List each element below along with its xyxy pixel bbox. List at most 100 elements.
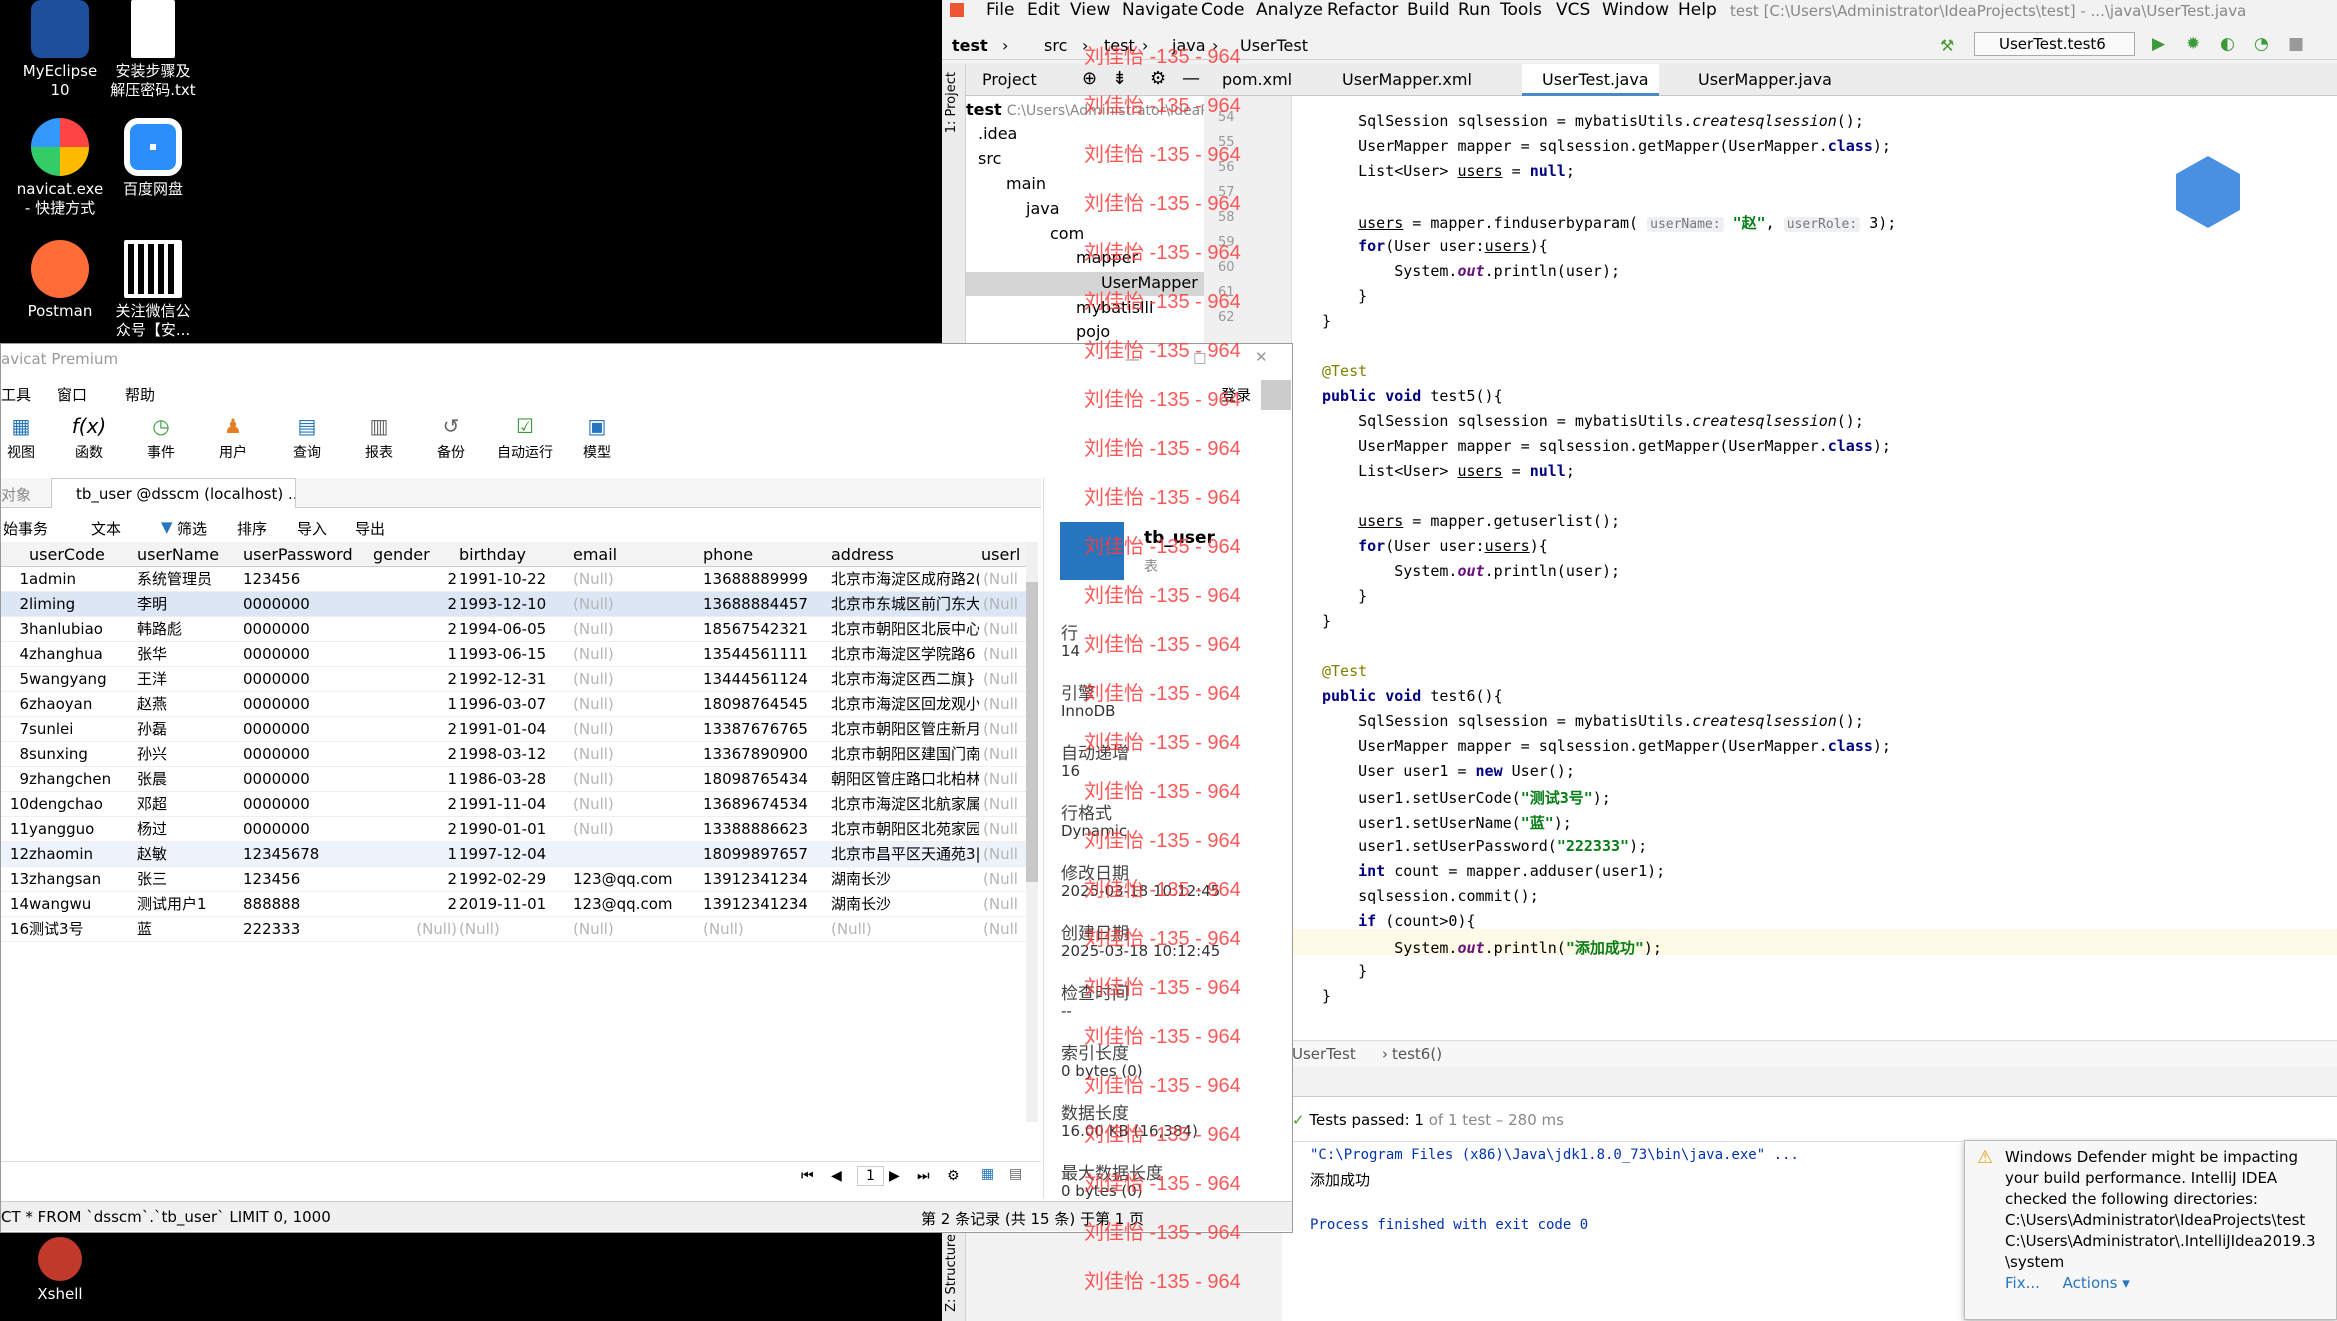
- tab-usertest-java[interactable]: UserTest.java: [1522, 64, 1659, 96]
- menu-refactor[interactable]: Refactor: [1327, 0, 1398, 20]
- table-cell[interactable]: 系统管理员: [137, 567, 241, 592]
- table-cell[interactable]: 13: [7, 867, 29, 892]
- form-view-icon[interactable]: ▤: [1009, 1166, 1022, 1182]
- table-cell[interactable]: 0000000: [243, 642, 371, 667]
- table-cell[interactable]: 3: [7, 617, 29, 642]
- table-cell[interactable]: 1: [373, 642, 457, 667]
- baidu-netdisk-icon[interactable]: 百度网盘: [98, 118, 208, 199]
- table-cell[interactable]: (Null: [983, 792, 1023, 817]
- table-cell[interactable]: 孙兴: [137, 742, 241, 767]
- table-cell[interactable]: (Null: [983, 592, 1023, 617]
- table-cell[interactable]: 北京市朝阳区管庄新月: [831, 717, 979, 742]
- table-row[interactable]: 6 zhaoyan 赵燕 0000000 1 1996-03-07 (Null) 180987…: [1, 692, 1026, 717]
- table-cell[interactable]: 1998-03-12: [459, 742, 571, 767]
- table-row[interactable]: 9 zhangchen 张晨 0000000 1 1986-03-28 (Null) 1809…: [1, 767, 1026, 792]
- collapse-icon[interactable]: ⇟: [1112, 68, 1127, 89]
- table-cell[interactable]: (Null): [573, 667, 701, 692]
- menu-code[interactable]: Code: [1201, 0, 1245, 20]
- table-cell[interactable]: 1990-01-01: [459, 817, 571, 842]
- table-cell[interactable]: 2: [373, 867, 457, 892]
- table-cell[interactable]: 李明: [137, 592, 241, 617]
- table-cell[interactable]: yangguo: [29, 817, 133, 842]
- breadcrumb-project[interactable]: test: [952, 36, 988, 55]
- table-cell[interactable]: sunlei: [29, 717, 133, 742]
- table-cell[interactable]: 13388886623: [703, 817, 829, 842]
- table-cell[interactable]: 0000000: [243, 667, 371, 692]
- table-cell[interactable]: 北京市海淀区回龙观小: [831, 692, 979, 717]
- column-header[interactable]: birthday: [459, 542, 526, 567]
- tree-item-src[interactable]: src: [978, 149, 1001, 168]
- first-page-icon[interactable]: ⏮: [801, 1168, 814, 1184]
- table-cell[interactable]: (Null: [983, 817, 1023, 842]
- column-header[interactable]: gender: [373, 542, 430, 567]
- tab-usermapper-xml[interactable]: UserMapper.xml: [1342, 70, 1472, 89]
- table-cell[interactable]: (Null: [983, 917, 1023, 942]
- table-cell[interactable]: 2: [373, 717, 457, 742]
- profile-icon[interactable]: ◔: [2254, 34, 2269, 54]
- table-cell[interactable]: 邓超: [137, 792, 241, 817]
- event-button[interactable]: ◷ 事件: [141, 414, 181, 462]
- column-header[interactable]: email: [573, 542, 617, 567]
- table-cell[interactable]: 2: [373, 592, 457, 617]
- gear-icon[interactable]: ⚙: [947, 1168, 960, 1184]
- table-cell[interactable]: zhanghua: [29, 642, 133, 667]
- avatar[interactable]: [1261, 380, 1291, 410]
- table-cell[interactable]: 7: [7, 717, 29, 742]
- table-cell[interactable]: 2: [373, 817, 457, 842]
- table-cell[interactable]: 1993-06-15: [459, 642, 571, 667]
- table-cell[interactable]: 13444561124: [703, 667, 829, 692]
- menu-navigate[interactable]: Navigate: [1122, 0, 1198, 20]
- menu-file[interactable]: File: [986, 0, 1014, 20]
- table-cell[interactable]: 北京市海淀区北航家属: [831, 792, 979, 817]
- table-cell[interactable]: 8: [7, 742, 29, 767]
- table-cell[interactable]: 0000000: [243, 692, 371, 717]
- sort-button[interactable]: 排序: [237, 518, 267, 539]
- table-cell[interactable]: 赵燕: [137, 692, 241, 717]
- tree-item-main[interactable]: main: [1006, 174, 1046, 193]
- table-cell[interactable]: dengchao: [29, 792, 133, 817]
- table-cell[interactable]: 0000000: [243, 742, 371, 767]
- table-row[interactable]: 7 sunlei 孙磊 0000000 2 1991-01-04 (Null) 1338767…: [1, 717, 1026, 742]
- autorun-button[interactable]: ☑ 自动运行: [493, 414, 557, 462]
- vertical-scrollbar[interactable]: [1026, 542, 1038, 1122]
- table-cell[interactable]: (Null): [573, 642, 701, 667]
- table-cell[interactable]: 北京市海淀区学院路6: [831, 642, 979, 667]
- table-cell[interactable]: (Null): [573, 592, 701, 617]
- table-row[interactable]: 5 wangyang 王洋 0000000 2 1992-12-31 (Null) 13444…: [1, 667, 1026, 692]
- table-cell[interactable]: 0000000: [243, 792, 371, 817]
- table-cell[interactable]: 5: [7, 667, 29, 692]
- query-button[interactable]: ▤ 查询: [287, 414, 327, 462]
- breadcrumb-test6[interactable]: test6(): [1392, 1045, 1442, 1063]
- table-cell[interactable]: (Null: [983, 667, 1023, 692]
- table-cell[interactable]: (Null): [459, 917, 571, 942]
- table-cell[interactable]: (Null: [983, 642, 1023, 667]
- stop-icon[interactable]: ■: [2288, 34, 2304, 54]
- table-cell[interactable]: wangyang: [29, 667, 133, 692]
- menu-help[interactable]: Help: [1678, 0, 1717, 20]
- table-cell[interactable]: 11: [7, 817, 29, 842]
- table-cell[interactable]: 1994-06-05: [459, 617, 571, 642]
- table-cell[interactable]: 朝阳区管庄路口北柏林: [831, 767, 979, 792]
- table-cell[interactable]: 王洋: [137, 667, 241, 692]
- table-cell[interactable]: 14: [7, 892, 29, 917]
- tree-item-com[interactable]: com: [1050, 224, 1084, 243]
- export-button[interactable]: 导出: [355, 518, 385, 539]
- column-header[interactable]: phone: [703, 542, 753, 567]
- table-cell[interactable]: 13544561111: [703, 642, 829, 667]
- tab-tb-user[interactable]: tb_user @dsscm (localhost) ...: [51, 478, 296, 508]
- table-row[interactable]: 11 yangguo 杨过 0000000 2 1990-01-01 (Null) 13388…: [1, 817, 1026, 842]
- table-row[interactable]: 10 dengchao 邓超 0000000 2 1991-11-04 (Null) 1368…: [1, 792, 1026, 817]
- table-cell[interactable]: 测试3号: [29, 917, 133, 942]
- table-cell[interactable]: 0000000: [243, 617, 371, 642]
- tab-objects[interactable]: 对象: [1, 484, 31, 505]
- table-cell[interactable]: 1: [373, 692, 457, 717]
- table-cell[interactable]: 12345678: [243, 842, 371, 867]
- table-cell[interactable]: 2: [373, 742, 457, 767]
- table-cell[interactable]: 湖南长沙: [831, 892, 979, 917]
- column-header[interactable]: userl: [981, 542, 1020, 567]
- table-cell[interactable]: zhangsan: [29, 867, 133, 892]
- table-cell[interactable]: (Null): [573, 767, 701, 792]
- table-cell[interactable]: 123@qq.com: [573, 892, 701, 917]
- breadcrumb-class[interactable]: UserTest: [1240, 36, 1308, 55]
- table-cell[interactable]: hanlubiao: [29, 617, 133, 642]
